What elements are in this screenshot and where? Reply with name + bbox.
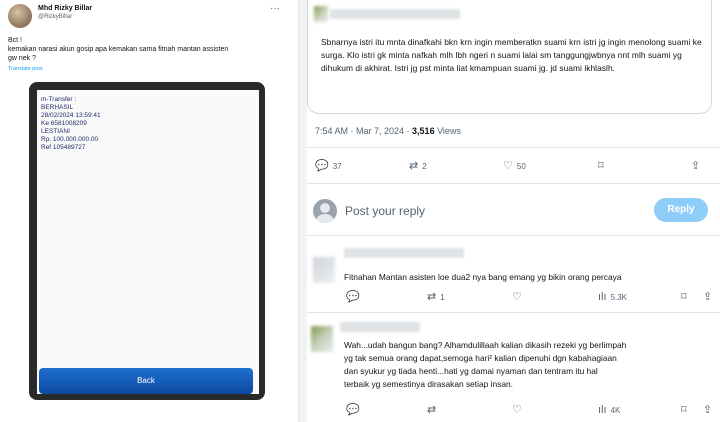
translate-link[interactable]: Translate post xyxy=(8,66,43,72)
share-action[interactable]: ⇪ xyxy=(691,161,700,172)
views-action[interactable]: ılı 5.3K xyxy=(598,292,627,303)
divider xyxy=(307,312,720,313)
divider xyxy=(307,183,720,184)
reply-icon: 💬 xyxy=(315,160,329,172)
repost-icon: ⇄ xyxy=(409,160,419,172)
views-label: Views xyxy=(434,126,461,136)
author-name[interactable]: Mhd Rizky Billar xyxy=(38,5,92,12)
avatar xyxy=(313,199,337,223)
analytics-icon: ılı xyxy=(598,291,607,303)
reply-button[interactable]: Reply xyxy=(654,198,708,222)
share-icon: ⇪ xyxy=(691,160,701,172)
left-tweet-panel: Mhd Rizky Billar @RizkyBillar ··· Bct ! … xyxy=(0,0,299,422)
like-count: 50 xyxy=(516,162,526,171)
like-action[interactable]: ♡ 50 xyxy=(503,161,526,172)
share-icon: ⇪ xyxy=(703,291,713,303)
bookmark-icon: ⌑ xyxy=(681,291,687,303)
post-timestamp[interactable]: 7:54 AM · Mar 7, 2024 · xyxy=(315,126,412,136)
bookmark-action[interactable]: ⌑ xyxy=(598,161,604,172)
back-button: Back xyxy=(39,368,253,394)
blurred-username xyxy=(330,9,460,19)
share-action[interactable]: ⇪ xyxy=(703,405,712,416)
repost-count: 2 xyxy=(422,162,427,171)
transfer-details: m-Transfer : BERHASIL 28/02/2024 13:59:4… xyxy=(41,96,101,151)
view-count: 3,516 xyxy=(412,126,435,136)
avatar[interactable] xyxy=(8,4,32,28)
blurred-avatar xyxy=(311,326,333,352)
bookmark-action[interactable]: ⌑ xyxy=(681,292,687,303)
more-icon[interactable]: ··· xyxy=(270,3,280,14)
heart-icon: ♡ xyxy=(512,291,522,303)
share-icon: ⇪ xyxy=(703,404,713,416)
comment-text: Wah...udah bangun bang? Alhamdulillaah k… xyxy=(344,340,627,389)
divider xyxy=(307,235,720,236)
reply-input[interactable]: Post your reply xyxy=(345,204,425,218)
post-meta: 7:54 AM · Mar 7, 2024 · 3,516 Views xyxy=(315,126,461,136)
view-count: 4K xyxy=(610,406,621,415)
tweet-text: Bct ! kemakan narasi akun gosip apa kema… xyxy=(8,37,229,62)
repost-icon: ⇄ xyxy=(427,291,437,303)
reply-action[interactable]: 💬 37 xyxy=(315,161,342,172)
repost-action[interactable]: ⇄ xyxy=(427,405,436,416)
heart-icon: ♡ xyxy=(503,160,513,172)
blurred-avatar xyxy=(314,6,328,22)
repost-action[interactable]: ⇄ 1 xyxy=(427,292,445,303)
reply-count: 37 xyxy=(332,162,342,171)
reply-icon: 💬 xyxy=(346,404,360,416)
bookmark-action[interactable]: ⌑ xyxy=(681,405,687,416)
quoted-post-card[interactable]: Sbnarnya istri itu mnta dinafkahi bkn kr… xyxy=(307,0,712,114)
reply-action[interactable]: 💬 xyxy=(346,405,360,416)
reply-action[interactable]: 💬 xyxy=(346,292,360,303)
share-action[interactable]: ⇪ xyxy=(703,292,712,303)
repost-action[interactable]: ⇄ 2 xyxy=(409,161,427,172)
view-count: 5.3K xyxy=(610,293,628,302)
blurred-username xyxy=(340,322,420,332)
analytics-icon: ılı xyxy=(598,404,607,416)
divider xyxy=(307,147,720,148)
comment-text: Fitnahan Mantan asisten loe dua2 nya ban… xyxy=(344,272,622,282)
panel-divider xyxy=(299,0,307,422)
like-action[interactable]: ♡ xyxy=(512,292,522,303)
author-handle[interactable]: @RizkyBillar xyxy=(38,14,72,20)
blurred-username xyxy=(344,248,464,258)
reply-icon: 💬 xyxy=(346,291,360,303)
bookmark-icon: ⌑ xyxy=(598,160,604,172)
bookmark-icon: ⌑ xyxy=(681,404,687,416)
views-action[interactable]: ılı 4K xyxy=(598,405,620,416)
like-action[interactable]: ♡ xyxy=(512,405,522,416)
repost-count: 1 xyxy=(440,293,445,302)
repost-icon: ⇄ xyxy=(427,404,437,416)
heart-icon: ♡ xyxy=(512,404,522,416)
quoted-text: Sbnarnya istri itu mnta dinafkahi bkn kr… xyxy=(321,37,702,73)
right-post-panel: Sbnarnya istri itu mnta dinafkahi bkn kr… xyxy=(307,0,720,422)
blurred-avatar xyxy=(313,257,335,283)
